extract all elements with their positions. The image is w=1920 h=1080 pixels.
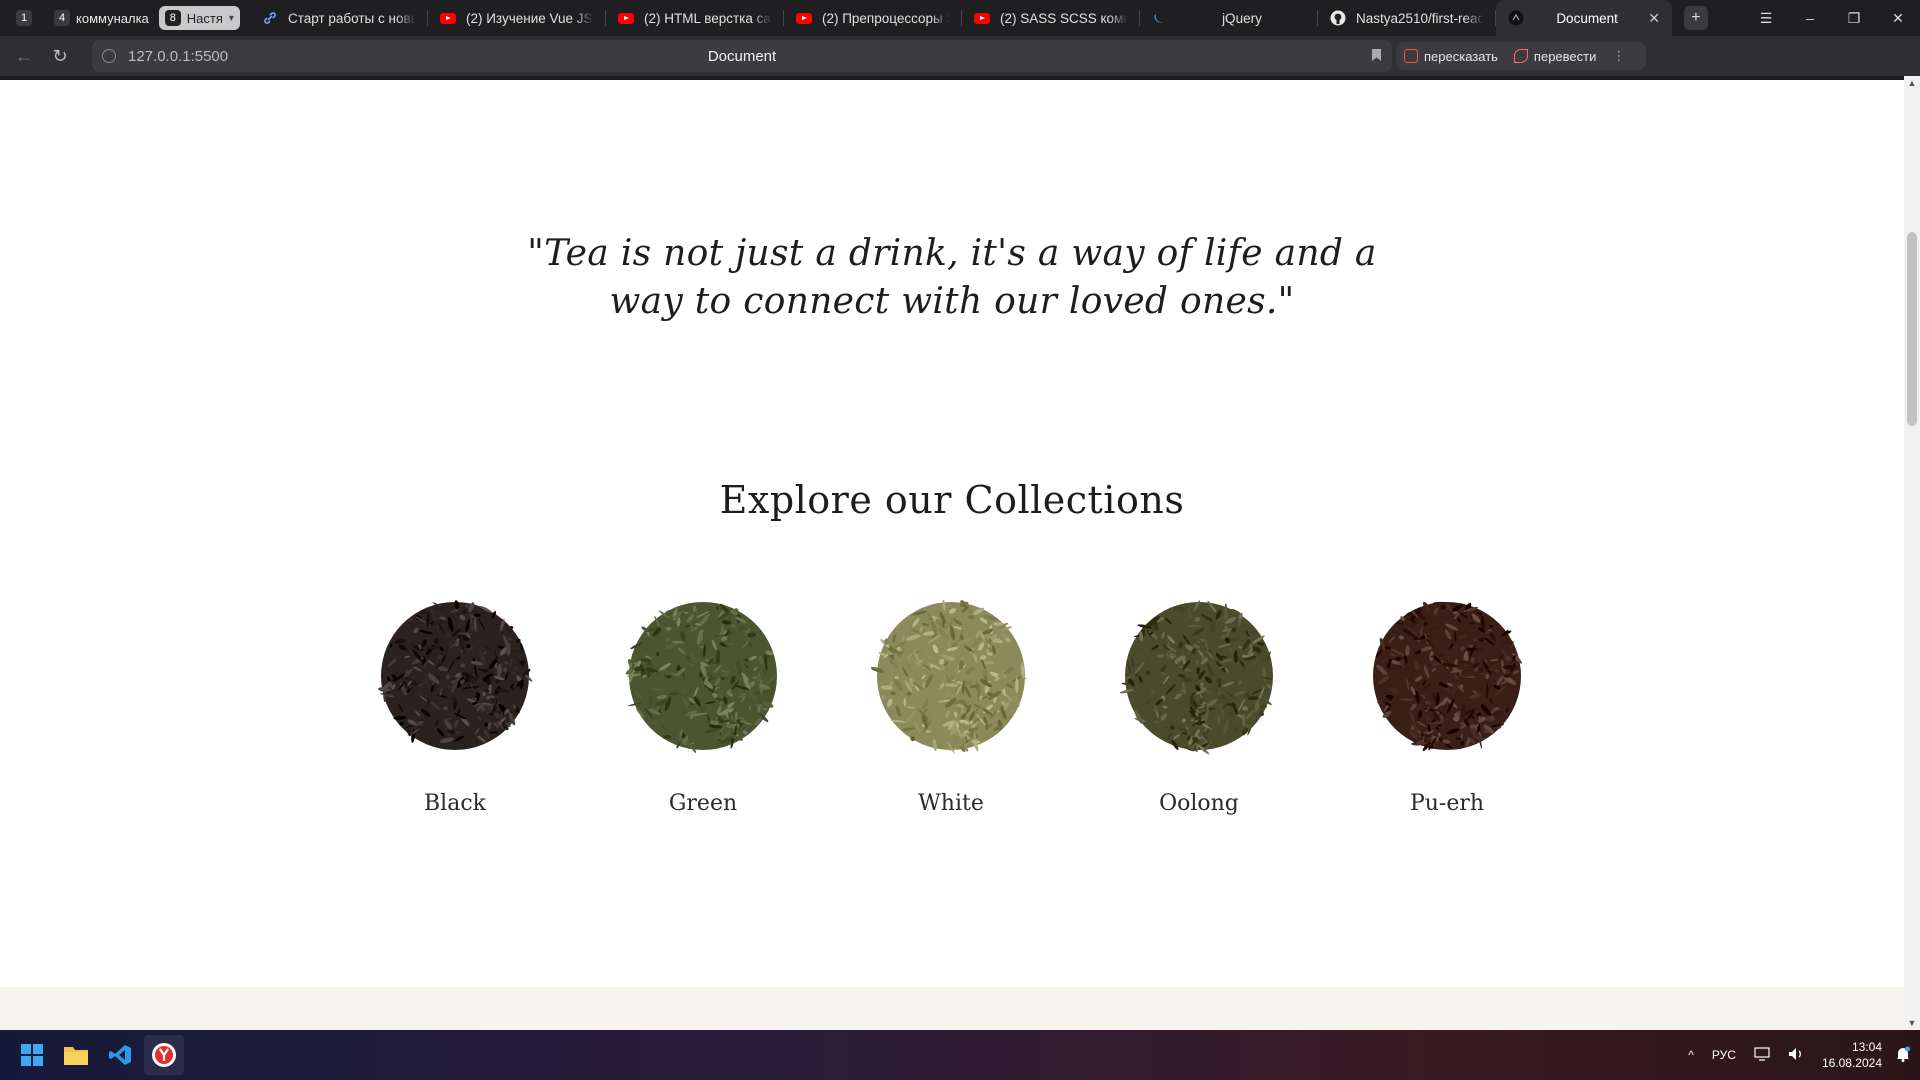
windows-start-icon[interactable] <box>12 1035 52 1075</box>
scroll-up-icon[interactable]: ▲ <box>1904 76 1920 90</box>
quote-line: way to connect with our loved ones." <box>609 281 1295 322</box>
tab-item[interactable]: (2) HTML верстка сай <box>606 0 784 36</box>
menu-icon[interactable]: ☰ <box>1744 0 1788 36</box>
system-tray: ^ РУС 13:04 16.08.2024 <box>1688 1030 1920 1080</box>
puerh-tea-image <box>1373 601 1522 751</box>
tab-group-count: 4 <box>54 10 70 26</box>
file-explorer-icon[interactable] <box>56 1035 96 1075</box>
translate-label: перевести <box>1533 48 1597 64</box>
tea-name: Oolong <box>1159 791 1239 816</box>
page-icon <box>1508 10 1524 26</box>
tab-group-count: 8 <box>164 10 181 26</box>
tab-group-kommunalka[interactable]: 4 коммуналка <box>48 6 155 30</box>
network-icon[interactable] <box>1754 1046 1770 1064</box>
vscode-icon[interactable] <box>100 1035 140 1075</box>
tab-strip: 1 4 коммуналка 8 Настя ▾ Старт работы с … <box>0 0 1920 36</box>
tab-item[interactable]: (2) SASS SCSS компи <box>962 0 1140 36</box>
white-tea-image <box>870 599 1027 754</box>
tea-name: White <box>918 791 984 816</box>
close-window-icon[interactable]: ✕ <box>1876 0 1920 36</box>
tab-item[interactable]: jQuery <box>1140 0 1318 36</box>
footer-section <box>0 987 1904 1030</box>
page-scrollbar[interactable]: ▲ ▼ <box>1904 76 1920 1030</box>
browser-toolbar: ← ↻ 127.0.0.1:5500 Document пересказать … <box>0 36 1920 101</box>
retell-icon <box>1404 49 1418 63</box>
tea-card-white[interactable]: White <box>851 596 1051 816</box>
retell-button[interactable]: пересказать <box>1396 49 1506 64</box>
tab-title: (2) Изучение Vue JS с <box>465 10 594 26</box>
scroll-thumb[interactable] <box>1907 232 1917 426</box>
tea-name: Black <box>424 791 486 816</box>
tab-item[interactable]: Nastya2510/first-reac <box>1318 0 1496 36</box>
tab-group-label: Настя <box>186 10 223 26</box>
bookmark-icon[interactable] <box>1371 48 1382 65</box>
new-tab-button[interactable]: + <box>1683 6 1708 30</box>
collections-title: Explore our Collections <box>719 478 1185 522</box>
tab-group-count: 1 <box>16 10 32 26</box>
green-tea-image <box>625 602 778 753</box>
tab-item[interactable]: (2) Препроцессоры S <box>784 0 962 36</box>
github-icon <box>1330 10 1346 26</box>
yandex-browser-icon[interactable] <box>144 1035 184 1075</box>
translate-icon <box>1513 49 1528 63</box>
quote-line: "Tea is not just a drink, it's a way of … <box>527 233 1377 274</box>
tab-item[interactable]: Старт работы с новы <box>250 0 428 36</box>
more-actions-button[interactable]: ⋮ <box>1604 48 1633 64</box>
black-tea-image <box>378 600 533 750</box>
language-indicator[interactable]: РУС <box>1712 1048 1736 1062</box>
tab-title: Document <box>1556 10 1618 26</box>
tab-item[interactable]: (2) Изучение Vue JS с <box>428 0 606 36</box>
chevron-down-icon: ▾ <box>228 12 234 24</box>
tea-card-black[interactable]: Black <box>355 596 555 816</box>
tea-name: Pu-erh <box>1409 791 1485 816</box>
youtube-icon <box>439 10 456 26</box>
oolong-tea-image <box>1119 600 1273 755</box>
clock-date: 16.08.2024 <box>1821 1056 1882 1070</box>
tab-group-1[interactable]: 1 <box>10 6 44 30</box>
window-controls: ☰ – ❐ ✕ <box>1744 0 1920 36</box>
retell-label: пересказать <box>1424 48 1498 64</box>
tab-title: (2) HTML верстка сай <box>643 10 772 26</box>
address-page-title: Document <box>707 47 777 65</box>
tab-title: Старт работы с новы <box>287 10 416 26</box>
tea-name: Green <box>668 791 738 816</box>
tea-card-puerh[interactable]: Pu-erh <box>1347 596 1547 816</box>
tab-group-label: коммуналка <box>76 10 149 26</box>
address-bar[interactable]: 127.0.0.1:5500 Document <box>92 40 1392 72</box>
minimize-icon[interactable]: – <box>1788 0 1832 36</box>
volume-icon[interactable] <box>1788 1047 1804 1064</box>
restore-icon[interactable]: ❐ <box>1832 0 1876 36</box>
page-actions: пересказать перевести ⋮ <box>1396 42 1646 70</box>
tea-card-green[interactable]: Green <box>603 596 803 816</box>
tab-group-nastya[interactable]: 8 Настя ▾ <box>158 6 240 30</box>
close-tab-icon[interactable]: ✕ <box>1648 10 1660 27</box>
site-info-icon[interactable] <box>102 49 116 63</box>
tab-groups: 1 4 коммуналка 8 Настя ▾ <box>10 6 240 30</box>
youtube-icon <box>795 10 812 26</box>
address-url: 127.0.0.1:5500 <box>128 47 229 65</box>
translate-button[interactable]: перевести <box>1506 49 1604 64</box>
tab-list: Старт работы с новы (2) Изучение Vue JS … <box>250 0 1672 36</box>
youtube-icon <box>617 10 634 26</box>
scroll-down-icon[interactable]: ▼ <box>1904 1016 1920 1030</box>
os-taskbar: ^ РУС 13:04 16.08.2024 <box>0 1030 1920 1080</box>
tab-item-active[interactable]: Document ✕ <box>1495 0 1672 36</box>
tea-card-oolong[interactable]: Oolong <box>1099 596 1299 816</box>
chevron-up-icon[interactable]: ^ <box>1688 1048 1694 1062</box>
youtube-icon <box>973 10 990 26</box>
reload-button[interactable]: ↻ <box>42 38 78 74</box>
notification-bell-icon[interactable] <box>1896 1046 1910 1065</box>
page-viewport: "Tea is not just a drink, it's a way of … <box>0 76 1904 1030</box>
tea-quote: "Tea is not just a drink, it's a way of … <box>0 230 1904 326</box>
tab-title: jQuery <box>1222 10 1262 26</box>
more-vert-icon: ⋮ <box>1612 48 1626 63</box>
jquery-icon <box>1152 10 1168 26</box>
tab-title: (2) Препроцессоры S <box>821 10 950 26</box>
tab-title: (2) SASS SCSS компи <box>999 10 1128 26</box>
clock-time: 13:04 <box>1851 1040 1882 1054</box>
tab-title: Nastya2510/first-reac <box>1355 10 1484 26</box>
link-icon <box>262 10 278 26</box>
back-button[interactable]: ← <box>6 38 42 74</box>
clock[interactable]: 13:04 16.08.2024 <box>1822 1039 1882 1071</box>
